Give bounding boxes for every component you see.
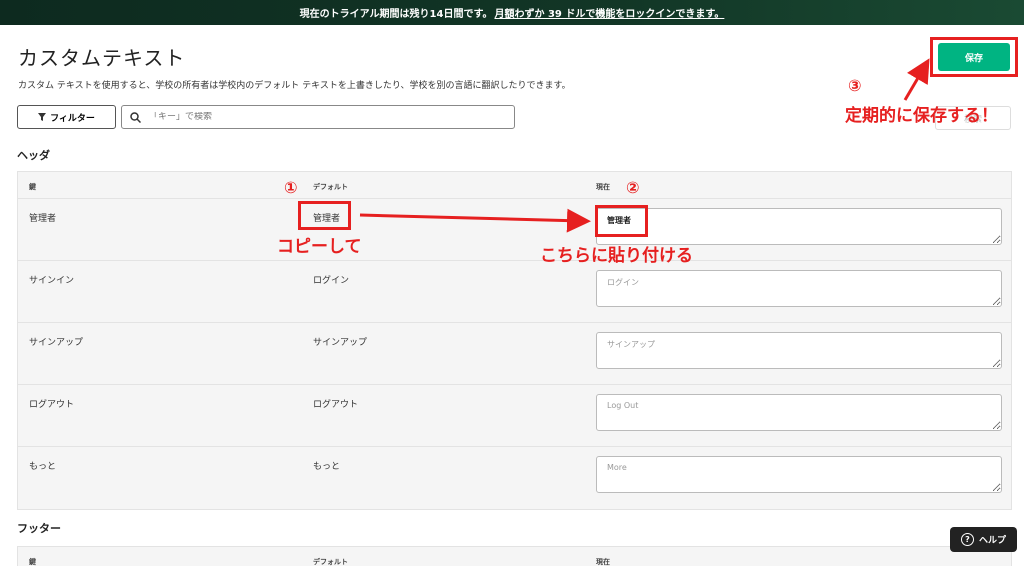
column-current: 現在 (596, 183, 610, 191)
header-table: 鍵 デフォルト 現在 管理者 管理者 管理者 サインイン ログイン サインアップ… (17, 171, 1012, 510)
default-highlight-box (298, 201, 351, 230)
paste-note: こちらに貼り付ける (540, 246, 693, 266)
page-description: カスタム テキストを使用すると、学校の所有者は学校内のデフォルト テキストを上書… (18, 81, 571, 91)
row-default: ログイン (313, 276, 350, 286)
table-row: ログアウト ログアウト (18, 385, 1011, 447)
help-button[interactable]: ? ヘルプ (950, 527, 1017, 552)
table-row: サインイン ログイン (18, 261, 1011, 323)
row-current-input[interactable] (596, 394, 1002, 431)
step1-marker: ① (284, 178, 298, 197)
table-row: もっと もっと (18, 447, 1011, 509)
question-icon: ? (960, 533, 974, 546)
save-arrow (903, 58, 930, 101)
table-row: サインアップ サインアップ (18, 323, 1011, 385)
header-section-title: ヘッダ (17, 149, 50, 162)
row-key: もっと (29, 462, 57, 472)
row-current-input[interactable] (596, 332, 1002, 369)
trial-banner: 現在のトライアル期間は残り14日間です。 月額わずか 39 ドルで機能をロックイ… (0, 0, 1024, 25)
filter-icon (38, 113, 47, 121)
row-key: サインイン (29, 276, 75, 286)
search-box[interactable] (121, 105, 515, 129)
step3-marker: ③ (848, 76, 862, 95)
row-current-input[interactable]: 管理者 (596, 208, 1002, 245)
footer-table-head: 鍵 デフォルト 現在 (18, 547, 1011, 574)
footer-section-title: フッター (17, 522, 61, 535)
row-current-input[interactable] (596, 456, 1002, 493)
filter-label: フィルター (50, 112, 95, 123)
row-current-input[interactable] (596, 270, 1002, 307)
row-key: ログアウト (29, 400, 75, 410)
row-default: もっと (313, 462, 341, 472)
row-default: ログアウト (313, 400, 359, 410)
save-note: 定期的に保存する！ (845, 106, 998, 126)
column-default: デフォルト (313, 183, 348, 191)
current-highlight-box (595, 205, 648, 237)
copy-note: コピーして (277, 237, 362, 257)
row-key: 管理者 (29, 214, 57, 224)
column-key: 鍵 (29, 183, 36, 191)
page-title: カスタムテキスト (18, 46, 186, 70)
footer-table: 鍵 デフォルト 現在 (17, 546, 1012, 566)
header-table-head: 鍵 デフォルト 現在 (18, 172, 1011, 199)
search-icon (130, 111, 141, 123)
help-label: ヘルプ (978, 536, 1006, 546)
table-row: 管理者 管理者 管理者 (18, 199, 1011, 261)
save-highlight-box (930, 37, 1018, 77)
trial-banner-link[interactable]: 月額わずか 39 ドルで機能をロックインできます。 (494, 5, 724, 20)
row-key: サインアップ (29, 338, 84, 348)
search-input[interactable] (149, 112, 489, 122)
row-default: サインアップ (313, 338, 368, 348)
filter-button[interactable]: フィルター (17, 105, 116, 129)
trial-banner-text: 現在のトライアル期間は残り14日間です。 (299, 9, 493, 20)
step2-marker: ② (626, 178, 640, 197)
